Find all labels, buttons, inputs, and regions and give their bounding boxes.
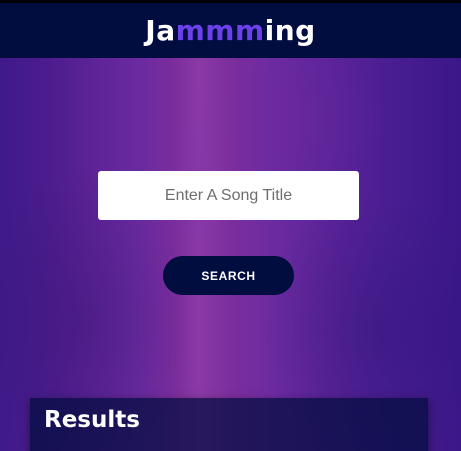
- results-title: Results: [44, 407, 140, 433]
- logo-part-2: ing: [264, 13, 316, 47]
- app-logo: Jammming: [145, 13, 316, 47]
- results-panel: Results: [30, 398, 428, 451]
- background-shading: [0, 0, 461, 451]
- search-button[interactable]: SEARCH: [163, 256, 294, 295]
- app-header: Jammming: [0, 0, 461, 58]
- logo-part-1: Ja: [145, 13, 176, 47]
- song-search-input[interactable]: [98, 171, 359, 220]
- logo-accent: mmm: [175, 13, 265, 47]
- app-page: Jammming SEARCH Results: [0, 0, 461, 451]
